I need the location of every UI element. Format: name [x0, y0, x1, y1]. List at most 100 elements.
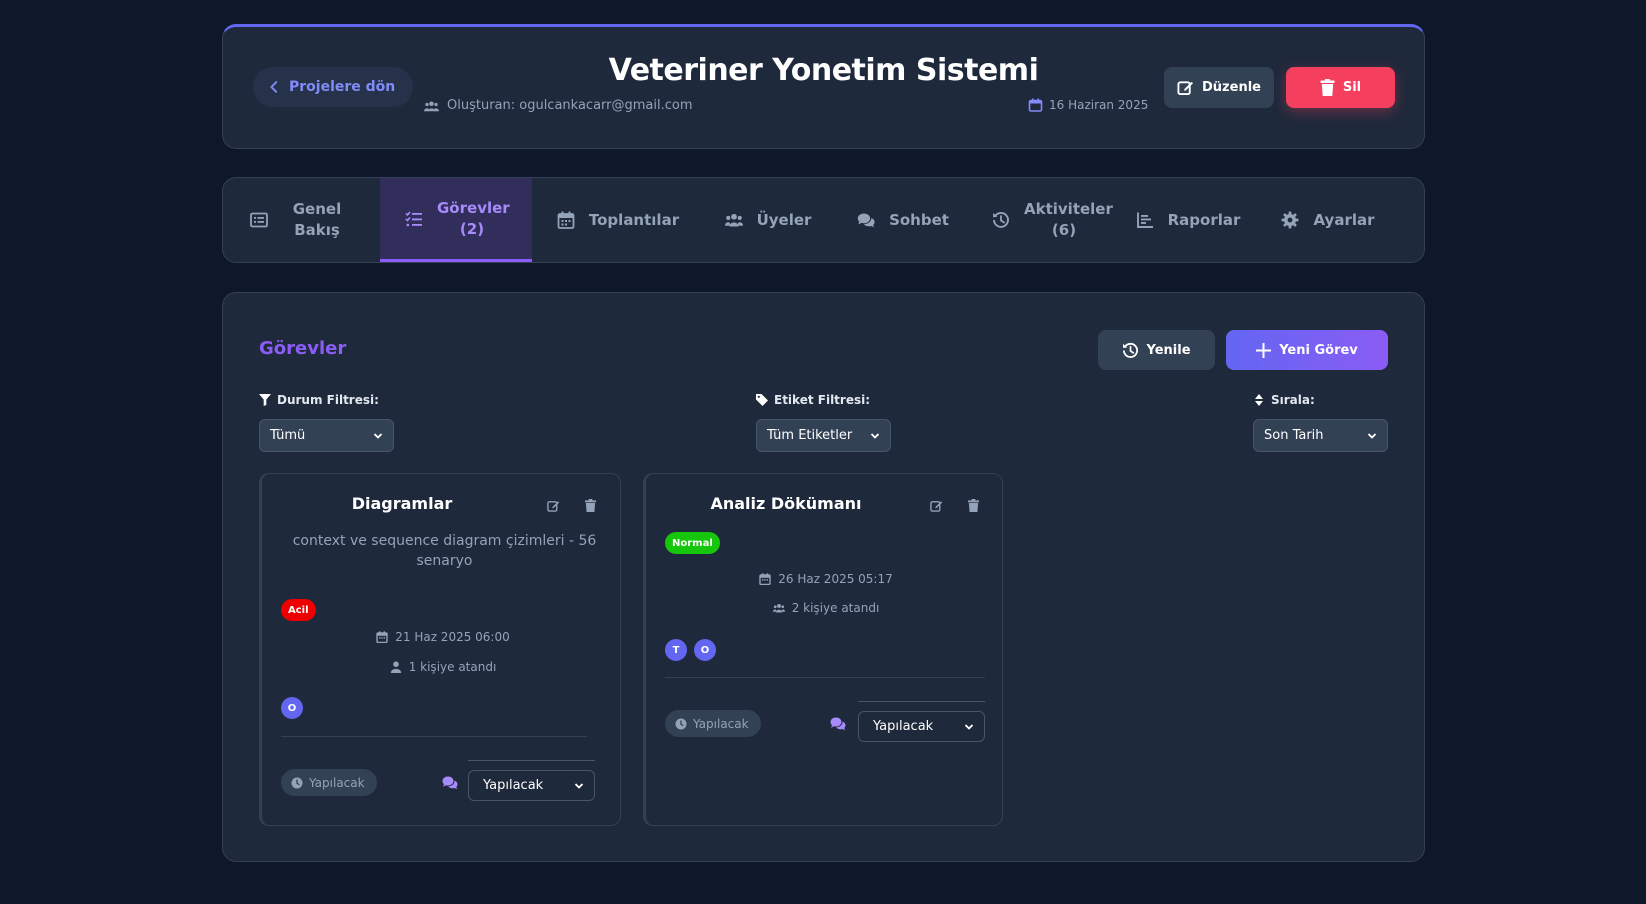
tab-chat[interactable]: Sohbet: [848, 178, 958, 262]
plus-icon: [1256, 342, 1272, 358]
date-text: 16 Haziran 2025: [1049, 98, 1149, 112]
tab-label: Sohbet: [889, 210, 949, 229]
avatar: O: [694, 639, 716, 661]
filter-label-text: Sırala:: [1271, 393, 1315, 407]
avatar: O: [281, 697, 303, 719]
chevron-down-icon: [1367, 432, 1377, 439]
users-icon: [424, 101, 439, 111]
delete-task-button[interactable]: [967, 497, 981, 512]
edit-task-button[interactable]: [547, 497, 561, 512]
users-icon: [724, 213, 743, 227]
tab-members[interactable]: Üyeler: [713, 178, 823, 262]
sort-icon: [1255, 394, 1263, 406]
calendar-icon: [557, 211, 575, 229]
chevron-down-icon: [373, 432, 383, 439]
card-divider: [281, 736, 587, 737]
refresh-label: Yenile: [1146, 342, 1191, 358]
tab-meetings[interactable]: Toplantılar: [553, 178, 683, 262]
users-icon: [772, 603, 785, 613]
status-badge: Yapılacak: [281, 769, 377, 796]
status-divider: [468, 760, 595, 761]
section-title: Görevler: [259, 338, 347, 359]
tab-label: Genel Bakış: [292, 200, 342, 239]
delete-project-button[interactable]: Sil: [1286, 67, 1395, 108]
status-filter-select[interactable]: Tümü: [259, 419, 394, 452]
task-description: context ve sequence diagram çizimleri - …: [292, 533, 597, 569]
clock-icon: [675, 718, 687, 729]
history-icon: [1123, 342, 1139, 358]
tag-filter-label: Etiket Filtresi:: [756, 393, 870, 407]
clock-icon: [291, 777, 303, 788]
select-value: Son Tarih: [1264, 428, 1324, 443]
creator-text: Oluşturan: ogulcankacarr@gmail.com: [447, 98, 693, 113]
status-select[interactable]: Yapılacak: [468, 770, 595, 801]
sort-select[interactable]: Son Tarih: [1253, 419, 1388, 452]
trash-icon: [967, 499, 980, 512]
trash-icon: [1320, 79, 1335, 96]
status-text: Yapılacak: [309, 775, 365, 790]
filter-label-text: Durum Filtresi:: [277, 393, 379, 407]
edit-project-button[interactable]: Düzenle: [1164, 67, 1274, 108]
project-tabs: Genel Bakış Görevler (2) Toplantılar Üye…: [222, 177, 1425, 263]
calendar-icon: [759, 573, 771, 585]
tab-label: Görevler (2): [437, 198, 510, 238]
status-select[interactable]: Yapılacak: [858, 711, 985, 742]
task-card[interactable]: Analiz Dökümanı Normal 26 Haz 2025 05:17…: [643, 473, 1003, 826]
assigned-text: 2 kişiye atandı: [791, 601, 880, 615]
card-divider: [665, 677, 985, 678]
comments-icon[interactable]: [442, 776, 458, 790]
project-header: Projelere dön Veteriner Yonetim Sistemi …: [222, 24, 1425, 149]
tab-label: Toplantılar: [588, 210, 680, 229]
filter-icon: [259, 394, 271, 406]
task-card[interactable]: Diagramlar context ve sequence diagram ç…: [259, 473, 621, 826]
priority-badge: Acil: [281, 599, 316, 621]
select-value: Tümü: [270, 428, 306, 443]
priority-badge: Normal: [665, 532, 720, 554]
select-value: Yapılacak: [873, 719, 934, 734]
tab-label: Üyeler: [756, 210, 812, 229]
tab-settings[interactable]: Ayarlar: [1273, 178, 1383, 262]
project-date: 16 Haziran 2025: [1028, 98, 1148, 112]
edit-icon: [547, 501, 560, 512]
edit-icon: [1177, 81, 1194, 96]
tab-overview[interactable]: Genel Bakış: [223, 178, 379, 262]
chevron-down-icon: [964, 723, 974, 730]
select-value: Tüm Etiketler: [767, 428, 853, 443]
chevron-down-icon: [574, 782, 584, 789]
status-divider: [858, 701, 985, 702]
due-text: 21 Haz 2025 06:00: [395, 630, 510, 644]
delete-task-button[interactable]: [584, 497, 598, 512]
edit-task-button[interactable]: [930, 497, 944, 512]
status-text: Yapılacak: [693, 716, 749, 731]
calendar-icon: [376, 631, 388, 643]
tab-tasks[interactable]: Görevler (2): [380, 178, 532, 262]
refresh-button[interactable]: Yenile: [1098, 330, 1215, 370]
edit-label: Düzenle: [1202, 80, 1261, 95]
tab-label: Ayarlar: [1313, 210, 1375, 229]
chart-icon: [1136, 212, 1153, 228]
assigned-text: 1 kişiye atandı: [408, 660, 497, 674]
task-title: Analiz Dökümanı: [710, 494, 862, 513]
tab-activities[interactable]: Aktiviteler (6): [983, 178, 1113, 262]
select-value: Yapılacak: [483, 778, 544, 793]
tag-filter-select[interactable]: Tüm Etiketler: [756, 419, 891, 452]
creator-info: Oluşturan: ogulcankacarr@gmail.com: [424, 98, 693, 113]
status-filter-label: Durum Filtresi:: [259, 393, 379, 407]
comments-icon[interactable]: [830, 717, 846, 731]
due-date: 21 Haz 2025 06:00: [262, 630, 624, 644]
sort-label: Sırala:: [1253, 393, 1315, 407]
tasks-icon: [405, 210, 422, 226]
tab-label: Aktiviteler (6): [1024, 200, 1113, 239]
user-icon: [390, 661, 401, 673]
comments-icon: [857, 213, 875, 228]
avatar: T: [665, 639, 687, 661]
tab-label: Raporlar: [1167, 210, 1241, 229]
trash-icon: [584, 499, 597, 512]
history-icon: [993, 211, 1009, 228]
status-badge: Yapılacak: [665, 710, 761, 737]
new-task-button[interactable]: Yeni Görev: [1226, 330, 1388, 370]
assignee-count: 2 kişiye atandı: [646, 601, 1006, 615]
tab-reports[interactable]: Raporlar: [1128, 178, 1248, 262]
gear-icon: [1281, 211, 1299, 229]
tag-icon: [756, 394, 768, 406]
